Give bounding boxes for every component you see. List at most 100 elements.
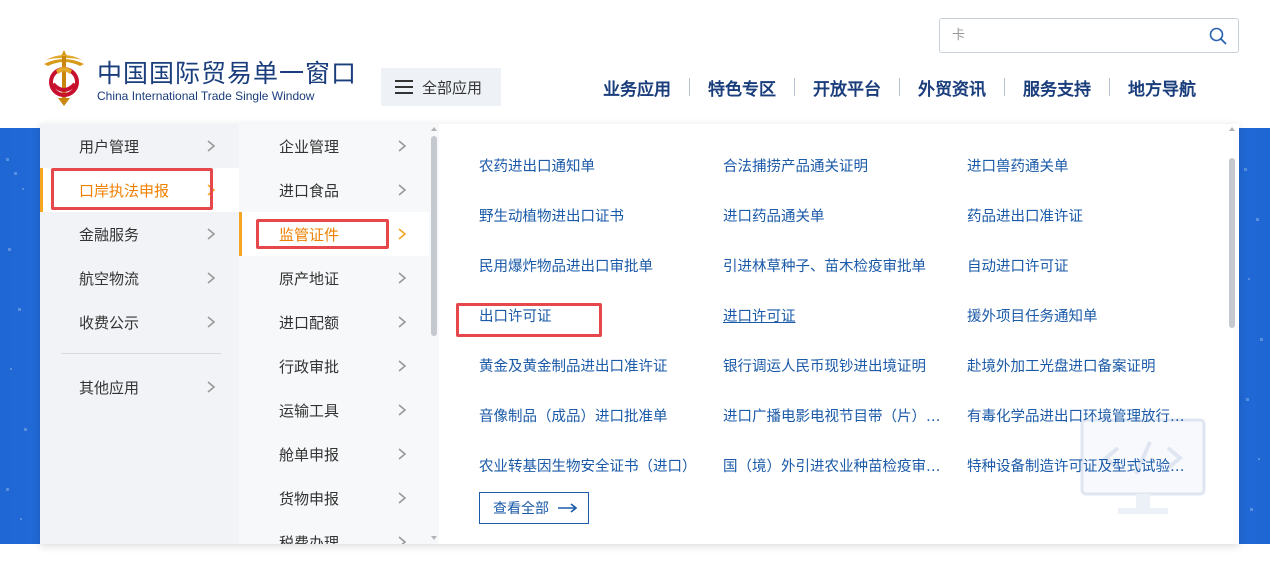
submenu-item-label: 行政审批	[279, 358, 340, 376]
doc-link[interactable]: 合法捕捞产品通关证明	[723, 157, 868, 177]
menu-item-label: 其他应用	[79, 378, 140, 397]
doc-link[interactable]: 野生动植物进出口证书	[479, 207, 624, 227]
submenu-scrollbar-thumb[interactable]	[431, 136, 437, 336]
doc-link[interactable]: 引进林草种子、苗木检疫审批单	[723, 257, 926, 277]
submenu-item-label: 税费办理	[279, 534, 340, 544]
submenu-item-label: 进口配额	[279, 314, 340, 332]
menu-item-user-management[interactable]: 用户管理	[40, 124, 239, 168]
chevron-right-icon	[207, 228, 216, 240]
doc-link[interactable]: 进口广播电影电视节目带（片）提取单	[723, 407, 951, 427]
submenu-item-imported-food[interactable]: 进口食品	[239, 168, 429, 212]
menu-divider	[61, 353, 221, 354]
menu-level1: 用户管理 口岸执法申报 金融服务 航空物流 收费公示 其他应用	[40, 124, 239, 544]
doc-link[interactable]: 农药进出口通知单	[479, 157, 595, 177]
chevron-right-icon	[207, 184, 216, 196]
submenu-item-manifest-declaration[interactable]: 舱单申报	[239, 432, 429, 476]
scroll-up-arrow-icon[interactable]	[430, 126, 438, 132]
doc-link[interactable]: 银行调运人民币现钞进出境证明	[723, 357, 926, 377]
chevron-right-icon	[207, 272, 216, 284]
scroll-up-arrow-icon[interactable]	[1228, 126, 1236, 132]
site-logo[interactable]: 中国国际贸易单一窗口 China International Trade Sin…	[40, 46, 360, 110]
doc-link[interactable]: 药品进出口准许证	[967, 207, 1083, 227]
submenu-item-administrative-approval[interactable]: 行政审批	[239, 344, 429, 388]
submenu-item-label: 企业管理	[279, 138, 340, 156]
view-all-label: 查看全部	[493, 501, 549, 517]
menu-item-air-logistics[interactable]: 航空物流	[40, 256, 239, 300]
doc-link[interactable]: 有毒化学品进出口环境管理放行通知单	[967, 407, 1195, 427]
document-list-panel: 农药进出口通知单 合法捕捞产品通关证明 进口兽药通关单 野生动植物进出口证书 进…	[439, 124, 1239, 544]
menu-item-label: 航空物流	[79, 269, 140, 288]
arrow-right-icon	[558, 503, 577, 513]
chevron-right-icon	[207, 381, 216, 393]
doc-link[interactable]: 赴境外加工光盘进口备案证明	[967, 357, 1156, 377]
chevron-right-icon	[207, 316, 216, 328]
scroll-down-arrow-icon[interactable]	[430, 535, 438, 541]
submenu-item-label: 运输工具	[279, 402, 340, 420]
menu-item-label: 收费公示	[79, 313, 140, 332]
logo-title-en: China International Trade Single Window	[97, 89, 315, 103]
doc-link[interactable]: 国（境）外引进农业种苗检疫审批单	[723, 457, 951, 477]
nav-featured-zone[interactable]: 特色专区	[690, 75, 794, 100]
search-box	[939, 18, 1239, 53]
chevron-right-icon	[398, 448, 407, 460]
submenu-item-regulatory-documents[interactable]: 监管证件	[239, 212, 429, 256]
page-bottom-strip	[0, 544, 1270, 564]
menu-item-other-apps[interactable]: 其他应用	[40, 365, 239, 409]
search-input[interactable]	[940, 19, 1200, 52]
document-list-scrollbar-thumb[interactable]	[1229, 158, 1235, 328]
chevron-right-icon	[398, 536, 407, 544]
doc-link[interactable]: 特种设备制造许可证及型式试验证书	[967, 457, 1195, 477]
submenu-item-label: 监管证件	[279, 226, 340, 244]
doc-link-import-license[interactable]: 进口许可证	[723, 307, 796, 327]
menu-item-port-declaration[interactable]: 口岸执法申报	[40, 168, 239, 212]
menu-item-fee-disclosure[interactable]: 收费公示	[40, 300, 239, 344]
top-navigation: 业务应用 特色专区 开放平台 外贸资讯 服务支持 地方导航	[585, 72, 1214, 102]
nav-open-platform[interactable]: 开放平台	[795, 75, 899, 100]
submenu-item-enterprise-management[interactable]: 企业管理	[239, 124, 429, 168]
menu-item-label: 口岸执法申报	[79, 181, 170, 200]
menu-level2: 企业管理 进口食品 监管证件 原产地证 进口配额 行政审批 运输工具 舱单申报 …	[239, 124, 439, 544]
doc-link[interactable]: 黄金及黄金制品进出口准许证	[479, 357, 668, 377]
submenu-item-transport-vehicles[interactable]: 运输工具	[239, 388, 429, 432]
chevron-right-icon	[207, 140, 216, 152]
doc-link[interactable]: 农业转基因生物安全证书（进口）	[479, 457, 697, 477]
nav-local-navigation[interactable]: 地方导航	[1110, 75, 1214, 100]
submenu-item-goods-declaration[interactable]: 货物申报	[239, 476, 429, 520]
menu-item-label: 用户管理	[79, 137, 140, 156]
submenu-item-label: 原产地证	[279, 270, 340, 288]
nav-business-apps[interactable]: 业务应用	[585, 75, 689, 100]
submenu-item-label: 进口食品	[279, 182, 340, 200]
submenu-item-label: 舱单申报	[279, 446, 340, 464]
hamburger-menu-icon	[395, 80, 413, 94]
doc-link[interactable]: 音像制品（成品）进口批准单	[479, 407, 668, 427]
chevron-right-icon	[398, 140, 407, 152]
nav-trade-news[interactable]: 外贸资讯	[900, 75, 1004, 100]
submenu-item-label: 货物申报	[279, 490, 340, 508]
logo-title-cn: 中国国际贸易单一窗口	[97, 59, 358, 88]
menu-item-financial-services[interactable]: 金融服务	[40, 212, 239, 256]
chevron-right-icon	[398, 316, 407, 328]
submenu-item-certificate-of-origin[interactable]: 原产地证	[239, 256, 429, 300]
search-icon[interactable]	[1209, 27, 1227, 45]
doc-link[interactable]: 援外项目任务通知单	[967, 307, 1098, 327]
menu-item-label: 金融服务	[79, 225, 140, 244]
chevron-right-icon	[398, 228, 407, 240]
submenu-item-import-quota[interactable]: 进口配额	[239, 300, 429, 344]
doc-link[interactable]: 进口药品通关单	[723, 207, 825, 227]
submenu-item-tax-payment[interactable]: 税费办理	[239, 520, 429, 544]
view-all-button[interactable]: 查看全部	[479, 492, 589, 524]
doc-link[interactable]: 民用爆炸物品进出口审批单	[479, 257, 653, 277]
page: 中国国际贸易单一窗口 China International Trade Sin…	[0, 0, 1270, 564]
doc-link-export-license[interactable]: 出口许可证	[479, 307, 552, 327]
doc-link[interactable]: 进口兽药通关单	[967, 157, 1069, 177]
all-apps-label: 全部应用	[422, 78, 483, 97]
header: 中国国际贸易单一窗口 China International Trade Sin…	[0, 0, 1270, 128]
chevron-right-icon	[398, 272, 407, 284]
chevron-right-icon	[398, 492, 407, 504]
all-apps-dropdown: 用户管理 口岸执法申报 金融服务 航空物流 收费公示 其他应用 企业管理 进口食…	[40, 124, 1239, 544]
chevron-right-icon	[398, 404, 407, 416]
doc-link[interactable]: 自动进口许可证	[967, 257, 1069, 277]
nav-service-support[interactable]: 服务支持	[1005, 75, 1109, 100]
chevron-right-icon	[398, 360, 407, 372]
all-apps-button[interactable]: 全部应用	[381, 68, 501, 106]
